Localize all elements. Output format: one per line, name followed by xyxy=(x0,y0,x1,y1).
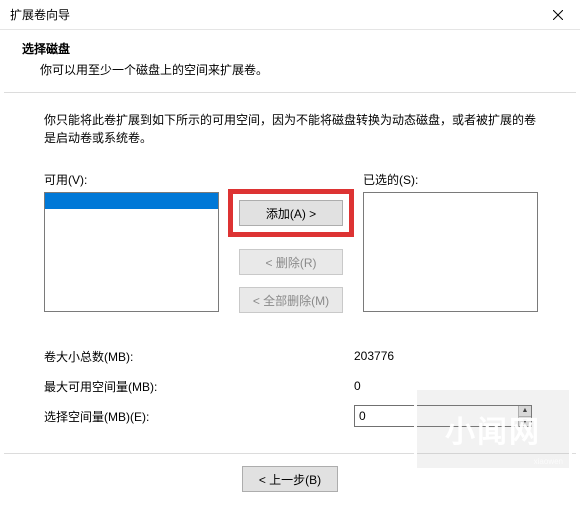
list-item[interactable]: 磁盘 0 1023 MB xyxy=(45,193,218,209)
max-space-value: 0 xyxy=(354,379,361,393)
back-button[interactable]: < 上一步(B) xyxy=(242,466,338,492)
close-icon xyxy=(553,10,563,20)
selected-listbox[interactable] xyxy=(363,192,538,312)
disk-name: 磁盘 0 xyxy=(82,210,116,224)
selected-column: 已选的(S): xyxy=(363,171,538,312)
total-size-row: 卷大小总数(MB): 203776 xyxy=(44,341,536,371)
disk-columns: 可用(V): 磁盘 0 1023 MB 添加(A) > < 删除(R) < 全部… xyxy=(44,171,536,313)
select-space-input[interactable] xyxy=(355,406,518,426)
highlight-frame: 添加(A) > xyxy=(228,189,354,237)
select-space-row: 选择空间量(MB)(E): ▲ ▼ xyxy=(44,401,536,431)
spinner-down[interactable]: ▼ xyxy=(519,417,531,427)
max-space-label: 最大可用空间量(MB): xyxy=(44,378,354,395)
window-title: 扩展卷向导 xyxy=(10,6,70,23)
add-button[interactable]: 添加(A) > xyxy=(239,200,343,226)
max-space-row: 最大可用空间量(MB): 0 xyxy=(44,371,536,401)
description-text: 你只能将此卷扩展到如下所示的可用空间，因为不能将磁盘转换为动态磁盘，或者被扩展的… xyxy=(44,111,536,147)
remove-all-button[interactable]: < 全部删除(M) xyxy=(239,287,343,313)
total-size-value: 203776 xyxy=(354,349,394,363)
selected-label: 已选的(S): xyxy=(363,171,538,188)
wizard-footer: < 上一步(B) xyxy=(0,454,580,492)
titlebar: 扩展卷向导 xyxy=(0,0,580,30)
disk-size: 1023 MB xyxy=(143,210,191,224)
header-heading: 选择磁盘 xyxy=(22,40,562,57)
available-listbox[interactable]: 磁盘 0 1023 MB xyxy=(44,192,219,312)
transfer-buttons: 添加(A) > < 删除(R) < 全部删除(M) xyxy=(231,171,351,313)
available-column: 可用(V): 磁盘 0 1023 MB xyxy=(44,171,219,312)
total-size-label: 卷大小总数(MB): xyxy=(44,348,354,365)
select-space-label: 选择空间量(MB)(E): xyxy=(44,408,354,425)
spinner-up[interactable]: ▲ xyxy=(519,406,531,417)
close-button[interactable] xyxy=(536,0,580,30)
remove-button[interactable]: < 删除(R) xyxy=(239,249,343,275)
wizard-header: 选择磁盘 你可以用至少一个磁盘上的空间来扩展卷。 xyxy=(0,30,580,92)
select-space-spinner[interactable]: ▲ ▼ xyxy=(354,405,532,427)
available-label: 可用(V): xyxy=(44,171,219,188)
size-fields: 卷大小总数(MB): 203776 最大可用空间量(MB): 0 选择空间量(M… xyxy=(44,341,536,431)
spinner-buttons: ▲ ▼ xyxy=(518,406,531,426)
header-subtext: 你可以用至少一个磁盘上的空间来扩展卷。 xyxy=(22,61,562,78)
wizard-content: 你只能将此卷扩展到如下所示的可用空间，因为不能将磁盘转换为动态磁盘，或者被扩展的… xyxy=(0,93,580,431)
